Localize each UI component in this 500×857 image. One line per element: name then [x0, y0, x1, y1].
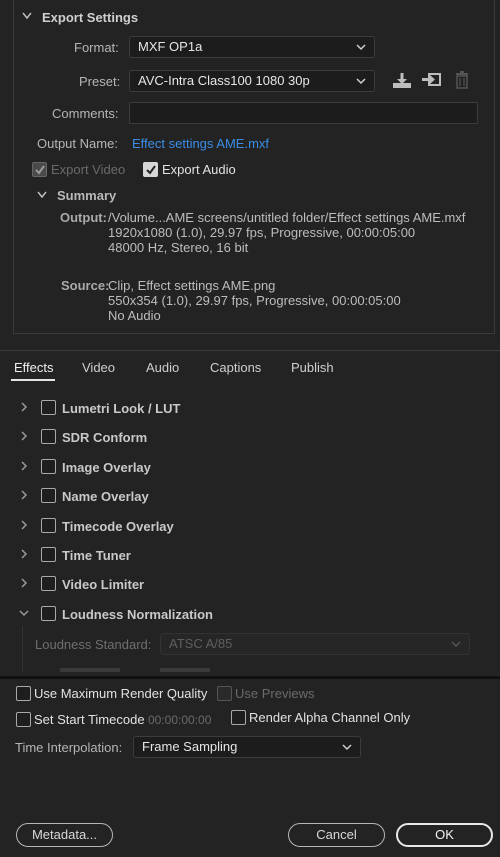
effect-row-sdr-conform[interactable]: SDR Conform [0, 421, 500, 450]
effect-label: Video Limiter [62, 577, 145, 592]
output-name-link[interactable]: Effect settings AME.mxf [132, 136, 269, 151]
loudness-standard-select[interactable]: ATSC A/85 [160, 633, 470, 655]
preset-value: AVC-Intra Class100 1080 30p [138, 73, 310, 88]
chevron-down-icon[interactable] [37, 191, 47, 199]
format-label: Format: [74, 40, 119, 55]
use-previews-checkbox[interactable] [217, 686, 232, 701]
tab-effects[interactable]: Effects [14, 360, 54, 375]
effect-label: Image Overlay [62, 460, 151, 475]
effect-row-time-tuner[interactable]: Time Tuner [0, 539, 500, 568]
effect-label: Name Overlay [62, 489, 149, 504]
chevron-right-icon[interactable] [19, 549, 29, 559]
tab-audio[interactable]: Audio [146, 360, 179, 375]
effect-checkbox[interactable] [41, 429, 56, 444]
effect-row-lumetri[interactable]: Lumetri Look / LUT [0, 392, 500, 421]
effect-checkbox[interactable] [41, 576, 56, 591]
output-name-label: Output Name: [37, 136, 118, 151]
use-previews-label: Use Previews [235, 686, 315, 701]
summary-output-line-1: /Volume...AME screens/untitled folder/Ef… [108, 210, 466, 225]
import-preset-icon[interactable] [421, 71, 443, 89]
tab-video[interactable]: Video [82, 360, 115, 375]
preset-select[interactable]: AVC-Intra Class100 1080 30p [129, 70, 375, 92]
checkmark-icon [146, 165, 156, 175]
export-video-label: Export Video [51, 162, 126, 177]
preset-label: Preset: [79, 74, 121, 89]
active-tab-indicator [11, 379, 55, 381]
effect-checkbox[interactable] [41, 400, 56, 415]
effect-row-image-overlay[interactable]: Image Overlay [0, 451, 500, 480]
chevron-right-icon[interactable] [19, 402, 29, 412]
cancel-button[interactable]: Cancel [288, 823, 385, 847]
ok-button[interactable]: OK [396, 823, 493, 847]
save-preset-icon[interactable] [392, 71, 412, 89]
effect-checkbox[interactable] [41, 488, 56, 503]
chevron-right-icon[interactable] [19, 520, 29, 530]
metadata-button[interactable]: Metadata... [16, 823, 113, 847]
format-value: MXF OP1a [138, 39, 203, 54]
effect-label: Timecode Overlay [62, 519, 174, 534]
delete-preset-icon[interactable] [455, 71, 469, 89]
summary-source-label: Source: [61, 278, 110, 293]
tab-captions[interactable]: Captions [210, 360, 261, 375]
effect-checkbox[interactable] [41, 606, 56, 621]
max-render-quality-checkbox[interactable] [16, 686, 31, 701]
effect-row-timecode-overlay[interactable]: Timecode Overlay [0, 510, 500, 539]
chevron-down-icon [451, 641, 461, 648]
render-alpha-only-label: Render Alpha Channel Only [249, 710, 411, 725]
start-timecode-value[interactable]: 00:00:00:00 [148, 713, 211, 727]
comments-input[interactable] [129, 102, 478, 124]
effect-checkbox[interactable] [41, 547, 56, 562]
effect-checkbox[interactable] [41, 518, 56, 533]
chevron-down-icon [342, 744, 352, 751]
time-interpolation-select[interactable]: Frame Sampling [133, 736, 361, 758]
time-interpolation-value: Frame Sampling [142, 739, 238, 754]
effect-label: Loudness Normalization [62, 607, 213, 622]
chevron-down-icon[interactable] [22, 12, 32, 20]
effect-checkbox[interactable] [41, 459, 56, 474]
chevron-down-icon [356, 78, 366, 85]
clipped-row [160, 668, 210, 672]
max-render-quality-label: Use Maximum Render Quality [34, 686, 208, 701]
effect-label: Time Tuner [62, 548, 131, 563]
summary-output-line-3: 48000 Hz, Stereo, 16 bit [108, 240, 249, 255]
time-interpolation-label: Time Interpolation: [15, 740, 123, 755]
chevron-right-icon[interactable] [19, 461, 29, 471]
checkmark-icon [35, 165, 45, 175]
export-audio-label: Export Audio [162, 162, 236, 177]
summary-output-label: Output: [60, 210, 107, 225]
start-timecode-label: Set Start Timecode [34, 712, 145, 727]
tab-publish[interactable]: Publish [291, 360, 334, 375]
clipped-row [60, 668, 120, 672]
summary-output-line-2: 1920x1080 (1.0), 29.97 fps, Progressive,… [108, 225, 416, 240]
format-select[interactable]: MXF OP1a [129, 36, 375, 58]
summary-source-line-1: Clip, Effect settings AME.png [108, 278, 276, 293]
effect-row-name-overlay[interactable]: Name Overlay [0, 480, 500, 509]
chevron-down-icon [356, 44, 366, 51]
effect-row-video-limiter[interactable]: Video Limiter [0, 568, 500, 597]
effect-label: SDR Conform [62, 430, 148, 445]
effects-list: Lumetri Look / LUT SDR Conform Image Ove… [0, 390, 500, 672]
comments-label: Comments: [52, 106, 119, 121]
summary-header[interactable]: Summary [57, 188, 116, 203]
export-audio-checkbox[interactable] [143, 162, 158, 177]
export-settings-header[interactable]: Export Settings [42, 10, 138, 25]
effect-row-loudness-normalization[interactable]: Loudness Normalization [0, 598, 500, 627]
chevron-right-icon[interactable] [19, 431, 29, 441]
chevron-right-icon[interactable] [19, 490, 29, 500]
export-video-checkbox[interactable] [32, 162, 47, 177]
summary-source-line-2: 550x354 (1.0), 29.97 fps, Progressive, 0… [108, 293, 401, 308]
chevron-down-icon[interactable] [19, 608, 29, 618]
start-timecode-checkbox[interactable] [16, 712, 31, 727]
chevron-right-icon[interactable] [19, 578, 29, 588]
summary-source-line-3: No Audio [108, 308, 161, 323]
effect-label: Lumetri Look / LUT [62, 401, 181, 416]
loudness-standard-value: ATSC A/85 [169, 636, 233, 651]
loudness-standard-label: Loudness Standard: [35, 637, 152, 652]
render-alpha-only-checkbox[interactable] [231, 710, 246, 725]
